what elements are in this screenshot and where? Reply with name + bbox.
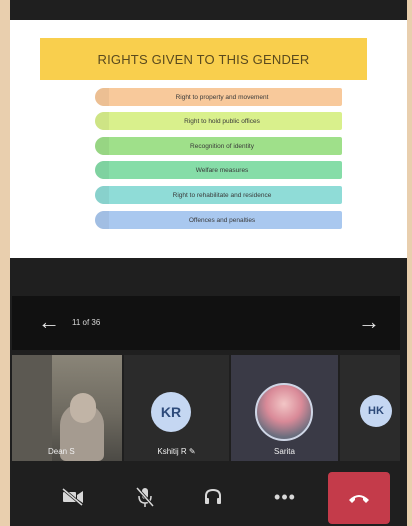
- slide-counter: 11 of 36: [72, 318, 101, 327]
- avatar: KR: [151, 392, 191, 432]
- call-toolbar: •••: [10, 468, 407, 526]
- next-slide-arrow-icon[interactable]: →: [358, 311, 380, 333]
- avatar: HK: [360, 395, 392, 427]
- mic-off-icon[interactable]: [120, 474, 170, 520]
- headset-icon[interactable]: [188, 474, 238, 520]
- participant-tile[interactable]: KR Kshitij R ✎: [124, 355, 229, 461]
- slide-item: Right to rehabilitate and residence: [102, 186, 342, 204]
- participant-name: Dean S: [48, 447, 75, 456]
- slide-navigation-bar: ← 11 of 36 →: [12, 296, 400, 350]
- previous-slide-arrow-icon[interactable]: ←: [38, 311, 60, 333]
- video-off-icon[interactable]: [48, 474, 98, 520]
- background-border-left: [0, 0, 10, 526]
- background-border-right: [407, 0, 412, 526]
- participant-tile[interactable]: Sarita: [231, 355, 338, 461]
- hang-up-icon[interactable]: [328, 472, 390, 524]
- slide-title: RIGHTS GIVEN TO THIS GENDER: [40, 38, 367, 80]
- more-icon[interactable]: •••: [260, 474, 310, 520]
- slide-item: Welfare measures: [102, 161, 342, 179]
- participant-name: Sarita: [274, 447, 295, 456]
- slide-item: Right to property and movement: [102, 88, 342, 106]
- avatar-photo: [255, 383, 313, 441]
- participant-tile[interactable]: HK: [340, 355, 400, 461]
- screenshot-frame: RIGHTS GIVEN TO THIS GENDER Right to pro…: [0, 0, 412, 526]
- participant-name: Kshitij R ✎: [157, 447, 196, 456]
- slide-item: Recognition of identity: [102, 137, 342, 155]
- shared-slide: RIGHTS GIVEN TO THIS GENDER Right to pro…: [10, 20, 407, 258]
- slide-item: Offences and penalties: [102, 211, 342, 229]
- participant-tile-video[interactable]: Dean S: [12, 355, 122, 461]
- slide-item: Right to hold public offices: [102, 112, 342, 130]
